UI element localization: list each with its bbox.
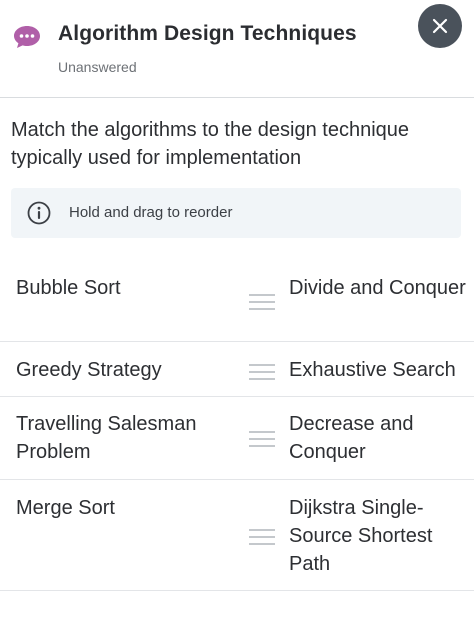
algorithm-label: Greedy Strategy [16, 359, 162, 381]
page-title: Algorithm Design Techniques [58, 22, 357, 45]
technique-item[interactable]: Divide and Conquer [289, 274, 469, 302]
close-button[interactable] [418, 4, 462, 48]
question-header: Algorithm Design Techniques Unanswered [0, 0, 474, 98]
answer-status: Unanswered [58, 59, 137, 75]
info-icon [27, 201, 51, 225]
match-row: Merge Sort Dijkstra Single-Source Shorte… [0, 480, 474, 591]
technique-item[interactable]: Exhaustive Search [289, 356, 469, 384]
drag-handle-icon[interactable] [249, 364, 275, 380]
match-list: Bubble Sort Divide and Conquer Greedy St… [0, 258, 474, 591]
match-row: Greedy Strategy Exhaustive Search [0, 342, 474, 397]
technique-item[interactable]: Decrease and Conquer [289, 410, 469, 466]
drag-handle-icon[interactable] [249, 529, 275, 545]
match-row: Bubble Sort Divide and Conquer [0, 258, 474, 342]
close-icon [432, 18, 448, 34]
algorithm-label: Bubble Sort [16, 277, 121, 299]
drag-handle-icon[interactable] [249, 431, 275, 447]
hint-banner: Hold and drag to reorder [11, 188, 461, 238]
match-row: Travelling Salesman Problem Decrease and… [0, 397, 474, 480]
technique-item[interactable]: Dijkstra Single-Source Shortest Path [289, 494, 469, 578]
algorithm-label: Merge Sort [16, 497, 115, 519]
algorithm-label: Travelling Salesman Problem [16, 413, 197, 463]
chat-bubble-icon [14, 26, 40, 48]
drag-handle-icon[interactable] [249, 294, 275, 310]
hint-text: Hold and drag to reorder [69, 204, 233, 221]
question-text: Match the algorithms to the design techn… [11, 119, 410, 169]
